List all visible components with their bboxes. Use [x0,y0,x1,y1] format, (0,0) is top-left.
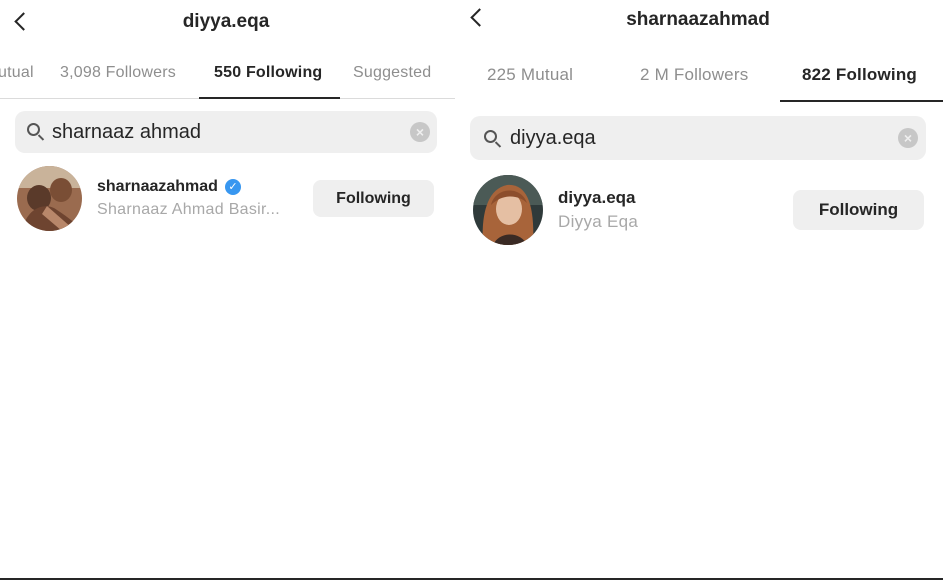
avatar[interactable] [473,175,543,245]
clear-icon[interactable]: × [898,128,918,148]
verified-badge-icon: ✓ [225,179,241,195]
profile-title: sharnaazahmad [626,9,770,30]
tab-followers[interactable]: 2 M Followers [640,65,748,85]
username[interactable]: sharnaazahmad [97,178,218,196]
search-input[interactable]: diyya.eqa [510,127,596,150]
profile-title: diyya.eqa [182,11,270,32]
search-input[interactable]: sharnaaz ahmad [52,121,201,144]
following-button[interactable]: Following [793,190,924,230]
back-chevron-icon[interactable] [14,12,33,31]
avatar-image [17,166,82,231]
full-name: Diyya Eqa [558,212,639,231]
following-button[interactable]: Following [313,180,434,217]
left-profile-panel: diyya.eqa utual 3,098 Followers 550 Foll… [0,0,455,583]
bottom-border [0,578,943,580]
back-chevron-icon[interactable] [470,8,489,27]
tab-suggested[interactable]: Suggested [353,64,431,82]
search-icon [484,130,497,143]
tab-mutual[interactable]: utual [0,64,34,82]
avatar-image [473,175,543,245]
avatar[interactable] [17,166,82,231]
full-name: Sharnaaz Ahmad Basir... [97,201,281,218]
active-tab-indicator [780,100,943,102]
username[interactable]: diyya.eqa [558,188,636,208]
tab-followers[interactable]: 3,098 Followers [60,64,176,82]
search-bar[interactable]: sharnaaz ahmad × [15,111,437,153]
tab-following[interactable]: 550 Following [214,64,322,82]
active-tab-indicator [199,97,340,99]
tab-following[interactable]: 822 Following [802,65,917,85]
clear-icon[interactable]: × [410,122,430,142]
search-icon [27,123,40,136]
tab-mutual[interactable]: 225 Mutual [487,65,573,85]
right-profile-panel: sharnaazahmad 225 Mutual 2 M Followers 8… [459,0,943,583]
search-bar[interactable]: diyya.eqa × [470,116,926,160]
